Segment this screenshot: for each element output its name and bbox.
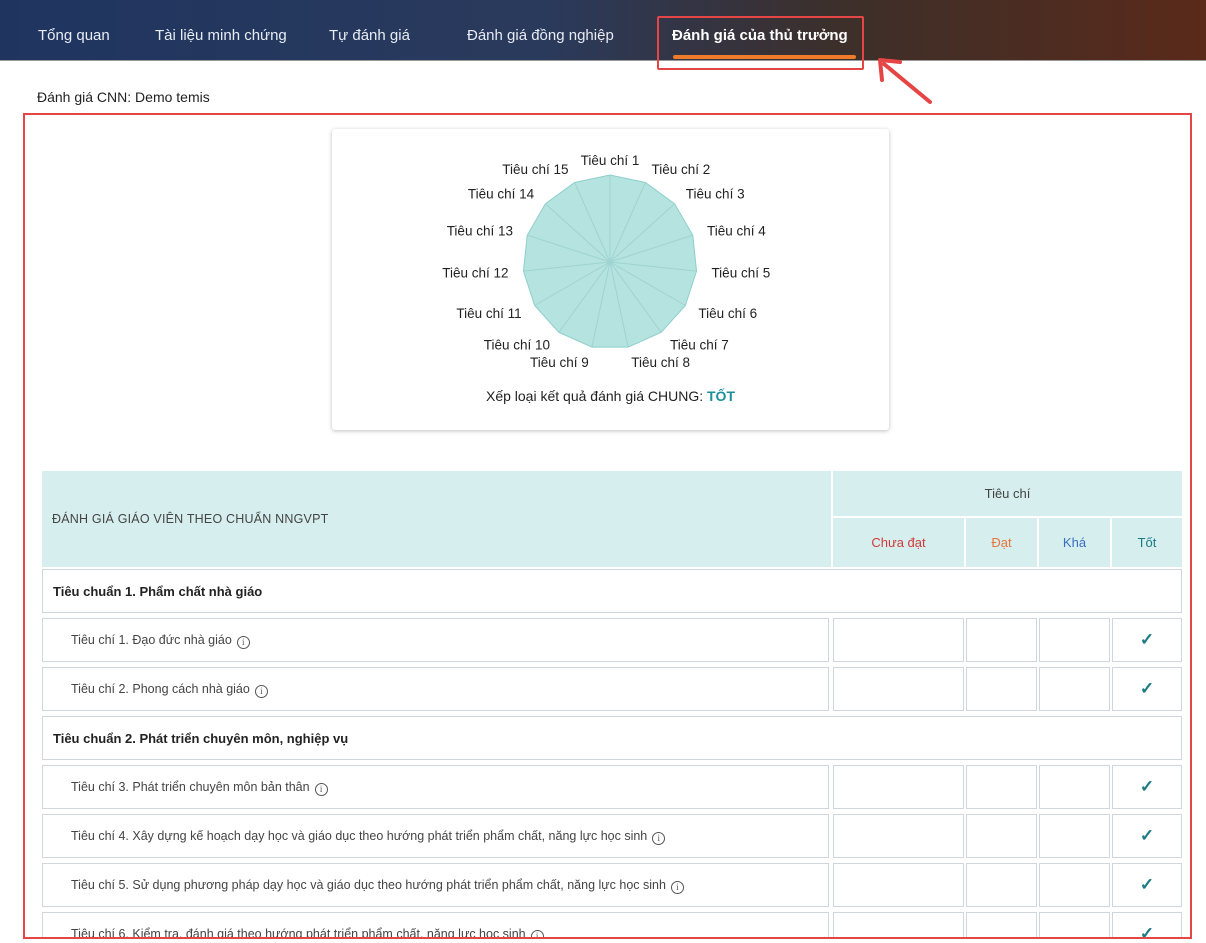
rating-cell[interactable] [833, 863, 964, 907]
info-circle-icon[interactable]: i [236, 636, 250, 649]
tab-highlight-box [657, 16, 864, 70]
page-subtitle: Đánh giá CNN: Demo temis [37, 89, 210, 105]
column-header-achieved: Đạt [966, 518, 1037, 567]
rating-cell[interactable] [1039, 814, 1110, 858]
tab-evidence-documents[interactable]: Tài liệu minh chứng [155, 0, 287, 60]
radar-axis-label: Tiêu chí 10 [484, 338, 550, 353]
standard-label: Tiêu chuẩn 2. Phát triển chuyên môn, ngh… [53, 731, 349, 746]
criterion-row: Tiêu chí 1. Đạo đức nhà giáo i ✓ [42, 618, 1182, 662]
rating-cell[interactable] [833, 667, 964, 711]
radar-chart-card: Tiêu chí 1 Tiêu chí 2 Tiêu chí 3 Tiêu chí 4… [332, 129, 889, 430]
criterion-row: Tiêu chí 4. Xây dựng kế hoạch dạy học và… [42, 814, 1182, 858]
tab-overview[interactable]: Tổng quan [38, 0, 110, 60]
criterion-label: Tiêu chí 2. Phong cách nhà giáo i [71, 682, 268, 698]
criterion-name-cell: Tiêu chí 2. Phong cách nhà giáo i [42, 667, 829, 711]
checkmark-icon: ✓ [1139, 679, 1155, 698]
rating-cell[interactable]: ✓ [1112, 667, 1182, 711]
rating-cell[interactable] [966, 618, 1037, 662]
rating-cell[interactable] [1039, 618, 1110, 662]
standard-row: Tiêu chuẩn 1. Phẩm chất nhà giáo [42, 569, 1182, 613]
info-circle-icon[interactable]: i [254, 685, 268, 698]
rating-cell[interactable]: ✓ [1112, 618, 1182, 662]
radar-axis-label: Tiêu chí 2 [651, 162, 710, 177]
info-circle-icon[interactable]: i [652, 832, 666, 845]
radar-axis-label: Tiêu chí 13 [447, 223, 513, 238]
rating-cell[interactable] [833, 618, 964, 662]
criterion-row: Tiêu chí 6. Kiểm tra, đánh giá theo hướn… [42, 912, 1182, 939]
radar-axis-label: Tiêu chí 12 [442, 266, 508, 281]
rating-cell[interactable] [966, 667, 1037, 711]
checkmark-icon: ✓ [1139, 826, 1155, 845]
column-header-excellent: Tốt [1112, 518, 1182, 567]
rating-cell[interactable]: ✓ [1112, 912, 1182, 939]
table-title: ĐÁNH GIÁ GIÁO VIÊN THEO CHUẨN NNGVPT [52, 512, 329, 526]
info-circle-icon[interactable]: i [314, 783, 328, 796]
criterion-row: Tiêu chí 5. Sử dụng phương pháp dạy học … [42, 863, 1182, 907]
checkmark-icon: ✓ [1139, 630, 1155, 649]
overall-rating: Xếp loại kết quả đánh giá CHUNG: TỐT [332, 388, 889, 404]
annotation-arrow-icon [878, 58, 932, 104]
criteria-group-header: Tiêu chí [833, 471, 1182, 516]
criterion-label: Tiêu chí 5. Sử dụng phương pháp dạy học … [71, 878, 684, 894]
radar-axis-label: Tiêu chí 8 [631, 355, 690, 370]
rating-cell[interactable] [1039, 912, 1110, 937]
info-circle-icon[interactable]: i [530, 930, 544, 937]
rating-cell[interactable] [833, 814, 964, 858]
criterion-label: Tiêu chí 3. Phát triển chuyên môn bản th… [71, 780, 328, 796]
rating-cell[interactable] [966, 912, 1037, 937]
rating-cell[interactable]: ✓ [1112, 863, 1182, 907]
rating-cell[interactable] [833, 765, 964, 809]
radar-axis-label: Tiêu chí 14 [468, 187, 535, 202]
criterion-row: Tiêu chí 2. Phong cách nhà giáo i ✓ [42, 667, 1182, 711]
criterion-name-cell: Tiêu chí 1. Đạo đức nhà giáo i [42, 618, 829, 662]
criterion-label: Tiêu chí 4. Xây dựng kế hoạch dạy học và… [71, 829, 666, 845]
criterion-row: Tiêu chí 3. Phát triển chuyên môn bản th… [42, 765, 1182, 809]
table-title-header: ĐÁNH GIÁ GIÁO VIÊN THEO CHUẨN NNGVPT [42, 471, 831, 567]
radar-axis-label: Tiêu chí 5 [711, 266, 770, 281]
content-highlight-frame: Tiêu chí 1 Tiêu chí 2 Tiêu chí 3 Tiêu chí 4… [23, 113, 1192, 939]
radar-axis-label: Tiêu chí 1 [581, 153, 640, 168]
radar-axis-label: Tiêu chí 15 [502, 162, 568, 177]
radar-axis-label: Tiêu chí 11 [456, 306, 521, 321]
overall-rating-value: TỐT [707, 388, 735, 404]
radar-chart: Tiêu chí 1 Tiêu chí 2 Tiêu chí 3 Tiêu chí 4… [442, 153, 770, 370]
checkmark-icon: ✓ [1139, 924, 1155, 939]
tab-self-assessment[interactable]: Tự đánh giá [329, 0, 410, 60]
info-circle-icon[interactable]: i [670, 881, 684, 894]
rating-cell[interactable] [1039, 667, 1110, 711]
rating-cell[interactable] [966, 863, 1037, 907]
tab-peer-assessment[interactable]: Đánh giá đồng nghiệp [467, 0, 614, 60]
criterion-name-cell: Tiêu chí 3. Phát triển chuyên môn bản th… [42, 765, 829, 809]
radar-axis-label: Tiêu chí 4 [707, 223, 766, 238]
radar-axis-label: Tiêu chí 6 [698, 306, 757, 321]
top-navigation: Tổng quan Tài liệu minh chứng Tự đánh gi… [0, 0, 1206, 61]
rating-cell[interactable]: ✓ [1112, 814, 1182, 858]
checkmark-icon: ✓ [1139, 875, 1155, 894]
rating-cell[interactable] [1039, 765, 1110, 809]
radar-axis-label: Tiêu chí 7 [670, 338, 729, 353]
standard-row: Tiêu chuẩn 2. Phát triển chuyên môn, ngh… [42, 716, 1182, 760]
rating-cell[interactable]: ✓ [1112, 765, 1182, 809]
column-header-good: Khá [1039, 518, 1110, 567]
radar-axis-label: Tiêu chí 9 [530, 355, 589, 370]
rating-cell[interactable] [1039, 863, 1110, 907]
criterion-name-cell: Tiêu chí 4. Xây dựng kế hoạch dạy học và… [42, 814, 829, 858]
checkmark-icon: ✓ [1139, 777, 1155, 796]
rating-cell[interactable] [833, 912, 964, 937]
radar-axis-label: Tiêu chí 3 [686, 187, 745, 202]
criterion-label: Tiêu chí 1. Đạo đức nhà giáo i [71, 633, 250, 649]
column-header-not-achieved: Chưa đạt [833, 518, 964, 567]
overall-rating-label: Xếp loại kết quả đánh giá CHUNG: [485, 388, 707, 404]
rating-cell[interactable] [966, 765, 1037, 809]
criterion-label: Tiêu chí 6. Kiểm tra, đánh giá theo hướn… [71, 927, 544, 937]
criterion-name-cell: Tiêu chí 6. Kiểm tra, đánh giá theo hướn… [42, 912, 829, 937]
standard-label: Tiêu chuẩn 1. Phẩm chất nhà giáo [53, 584, 263, 599]
rating-cell[interactable] [966, 814, 1037, 858]
criterion-name-cell: Tiêu chí 5. Sử dụng phương pháp dạy học … [42, 863, 829, 907]
